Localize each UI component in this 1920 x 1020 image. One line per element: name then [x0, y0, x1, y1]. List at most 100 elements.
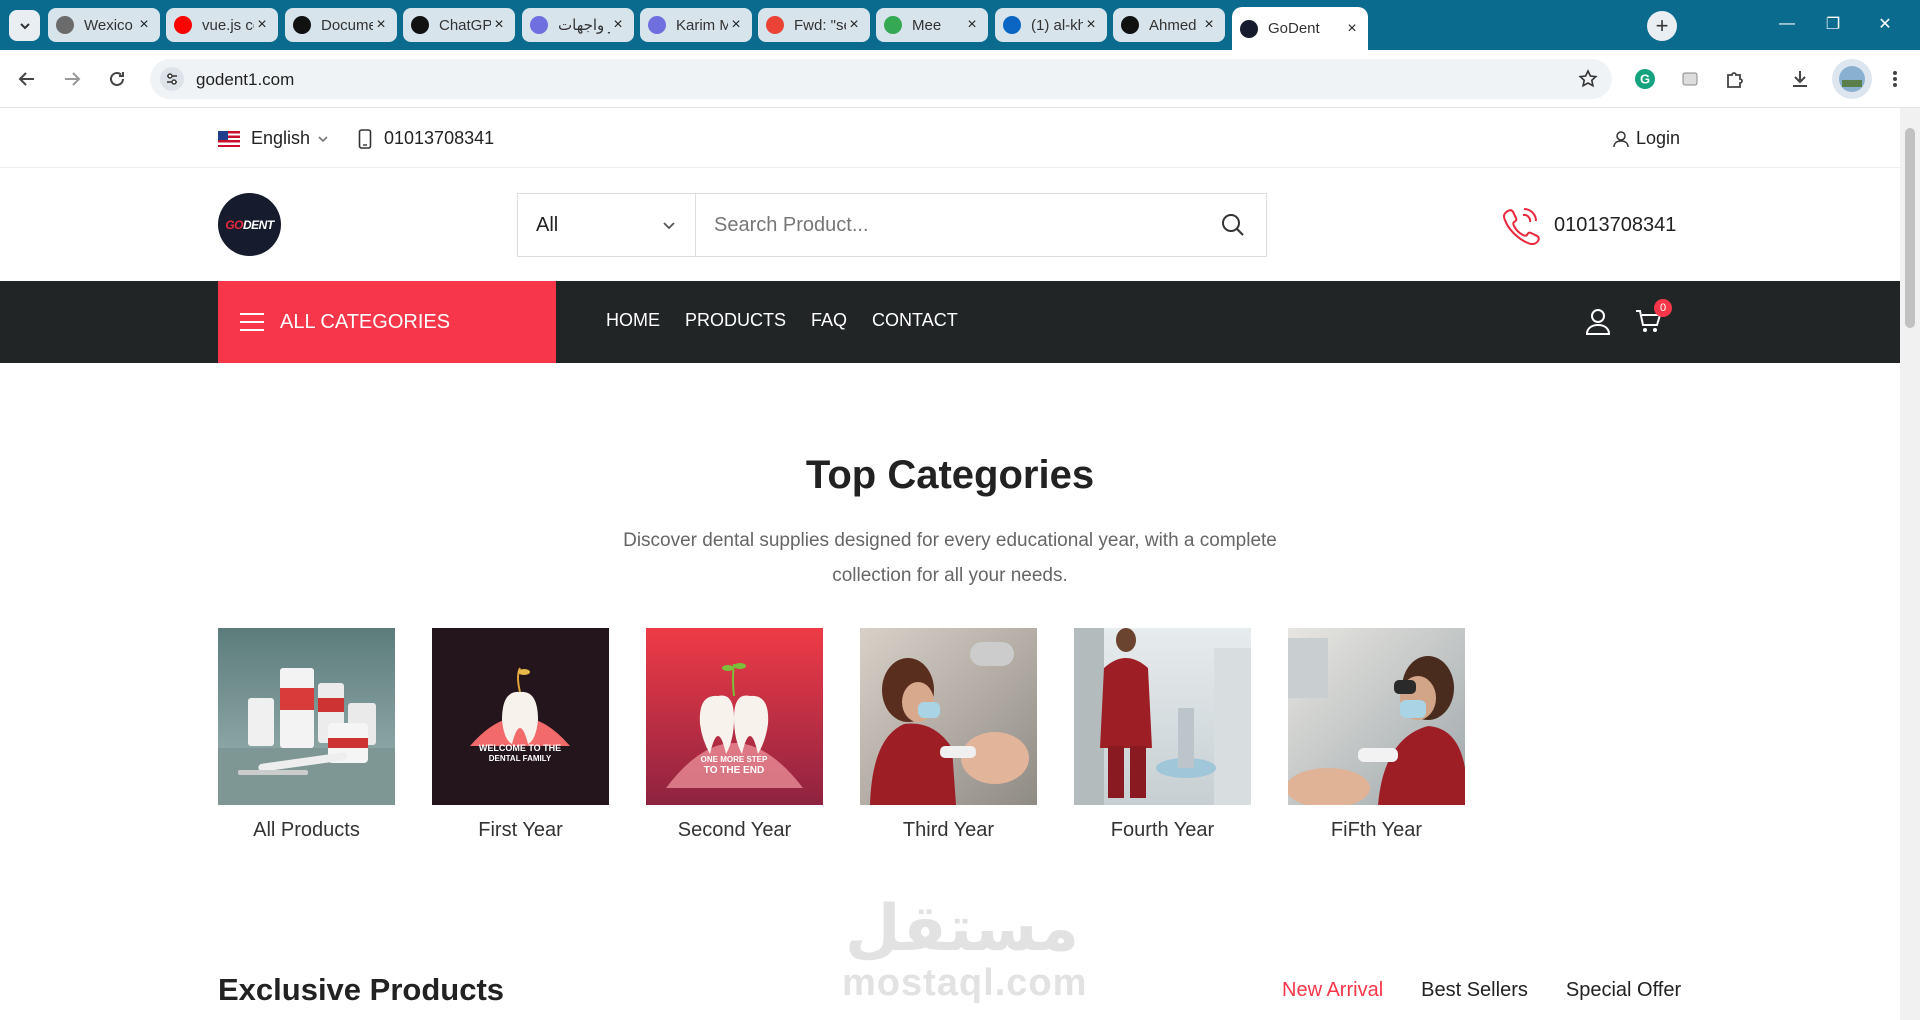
category-label: Fourth Year — [1110, 819, 1215, 841]
browser-tab[interactable]: vue.js co× — [166, 8, 278, 42]
omnibox[interactable]: godent1.com — [150, 59, 1612, 99]
nav-link-home[interactable]: HOME — [606, 310, 660, 331]
tab-close-icon[interactable]: × — [1344, 20, 1360, 38]
arrow-left-icon — [18, 72, 34, 86]
grammarly-extension-icon[interactable]: G — [1630, 64, 1660, 94]
browser-tab[interactable]: Ahmed I × — [1113, 8, 1225, 42]
cart-button[interactable]: 0 — [1634, 299, 1672, 340]
tab-close-icon[interactable]: × — [1083, 16, 1099, 34]
site-info-icon[interactable] — [160, 67, 184, 91]
category-card-first-year[interactable]: WELCOME TO THE DENTAL FAMILY First Year — [432, 628, 609, 842]
tab-title: Mee — [912, 16, 942, 34]
search-bar: All — [517, 193, 1267, 257]
bookmark-star-icon[interactable] — [1576, 67, 1600, 91]
browser-tab[interactable]: مطور واجهات× — [522, 8, 634, 42]
forward-button[interactable] — [59, 66, 85, 92]
tab-special-offer[interactable]: Special Offer — [1566, 979, 1681, 1002]
restore-button[interactable]: ❐ — [1818, 12, 1848, 36]
tab-close-icon[interactable]: × — [728, 16, 744, 34]
tab-close-icon[interactable]: × — [491, 16, 507, 34]
category-select[interactable]: All — [518, 194, 696, 256]
nav-link-contact[interactable]: CONTACT — [872, 310, 958, 331]
tab-title: Fwd: "se — [794, 16, 846, 34]
browser-tab[interactable]: Wexico -× — [48, 8, 160, 42]
browser-tab[interactable]: Karim M × — [640, 8, 752, 42]
tab-favicon-icon — [1003, 16, 1021, 34]
download-icon[interactable] — [1785, 64, 1815, 94]
watermark-arabic: مستقل — [844, 892, 1080, 964]
browser-menu-icon[interactable] — [1880, 64, 1910, 94]
puzzle-icon[interactable] — [1720, 64, 1750, 94]
category-card-fourth-year[interactable]: Fourth Year — [1074, 628, 1251, 842]
category-label: All Products — [253, 819, 360, 841]
browser-tab[interactable]: ChatGPT× — [403, 8, 515, 42]
browser-tab[interactable]: Docume × — [285, 8, 397, 42]
tab-close-icon[interactable]: × — [846, 16, 862, 34]
top-phone: 01013708341 — [358, 128, 494, 149]
language-selector[interactable]: English — [218, 128, 330, 149]
tab-close-icon[interactable]: × — [136, 16, 152, 34]
tab-favicon-icon — [1121, 16, 1139, 34]
header-phone-number: 01013708341 — [1554, 213, 1677, 236]
category-image: WELCOME TO THE DENTAL FAMILY — [432, 628, 609, 805]
top-phone-number: 01013708341 — [384, 128, 495, 148]
web-page: English 01013708341 Login GODENT All Sea… — [0, 108, 1900, 1020]
tab-close-icon[interactable]: × — [373, 16, 389, 34]
site-logo[interactable]: GODENT — [218, 193, 281, 256]
tab-close-icon[interactable]: × — [610, 16, 626, 34]
browser-tab[interactable]: GoDent × — [1232, 7, 1368, 50]
category-label: Third Year — [902, 819, 995, 841]
tab-title: ChatGPT — [439, 16, 491, 34]
language-label: English — [251, 128, 311, 148]
scrollbar-thumb[interactable] — [1905, 128, 1915, 328]
url-text[interactable]: godent1.com — [196, 70, 294, 90]
svg-text:ONE MORE STEP: ONE MORE STEP — [701, 755, 768, 764]
minimize-button[interactable]: — — [1772, 12, 1802, 36]
category-card-fifth-year[interactable]: FiFth Year — [1288, 628, 1465, 842]
account-button[interactable] — [1584, 307, 1612, 340]
category-grid: All Products WELCOME TO THE DENTAL FAMIL… — [218, 628, 1465, 842]
nav-link-products[interactable]: PRODUCTS — [685, 310, 786, 331]
search-input[interactable] — [696, 194, 1200, 256]
tab-favicon-icon — [766, 16, 784, 34]
category-card-all-products[interactable]: All Products — [218, 628, 395, 842]
all-categories-button[interactable]: ALL CATEGORIES — [218, 281, 556, 363]
tab-title: Docume — [321, 16, 373, 34]
search-button[interactable] — [1200, 194, 1266, 256]
login-link[interactable]: Login — [1612, 128, 1680, 149]
tab-title: Karim M — [676, 16, 728, 34]
category-card-second-year[interactable]: ONE MORE STEP TO THE END Second Year — [646, 628, 823, 842]
tab-favicon-icon — [56, 16, 74, 34]
tab-favicon-icon — [411, 16, 429, 34]
user-icon — [1613, 130, 1629, 147]
svg-text:TO THE END: TO THE END — [704, 765, 764, 776]
reload-button[interactable] — [104, 66, 130, 92]
svg-text:G: G — [1640, 72, 1650, 87]
browser-toolbar: godent1.com G — [0, 50, 1920, 108]
category-card-third-year[interactable]: Third Year — [860, 628, 1037, 842]
browser-tab[interactable]: Mee × — [876, 8, 988, 42]
category-label: First Year — [478, 819, 563, 841]
tab-title: (1) al-kh — [1031, 16, 1083, 34]
tab-new-arrival[interactable]: New Arrival — [1282, 979, 1383, 1002]
close-window-button[interactable]: ✕ — [1870, 12, 1900, 36]
nav-link-faq[interactable]: FAQ — [811, 310, 847, 331]
tab-best-sellers[interactable]: Best Sellers — [1421, 979, 1528, 1002]
tab-title: Wexico - — [84, 16, 136, 34]
category-image — [860, 628, 1037, 805]
extension-icon[interactable] — [1675, 64, 1705, 94]
page-scrollbar[interactable] — [1900, 108, 1920, 1020]
tab-close-icon[interactable]: × — [964, 16, 980, 34]
browser-tab-strip: Wexico -×vue.js co×Docume×ChatGPT×مطور و… — [0, 0, 1920, 50]
profile-avatar[interactable] — [1832, 59, 1872, 99]
browser-tab[interactable]: Fwd: "se× — [758, 8, 870, 42]
new-tab-button[interactable]: + — [1647, 11, 1677, 41]
tab-close-icon[interactable]: × — [254, 16, 270, 34]
reload-icon — [110, 71, 124, 86]
top-categories-subtitle: Discover dental supplies designed for ev… — [623, 530, 1277, 586]
browser-tab[interactable]: (1) al-kh × — [995, 8, 1107, 42]
tab-close-icon[interactable]: × — [1201, 16, 1217, 34]
tab-search-button[interactable] — [9, 10, 40, 41]
category-image: ONE MORE STEP TO THE END — [646, 628, 823, 805]
back-button[interactable] — [14, 66, 40, 92]
